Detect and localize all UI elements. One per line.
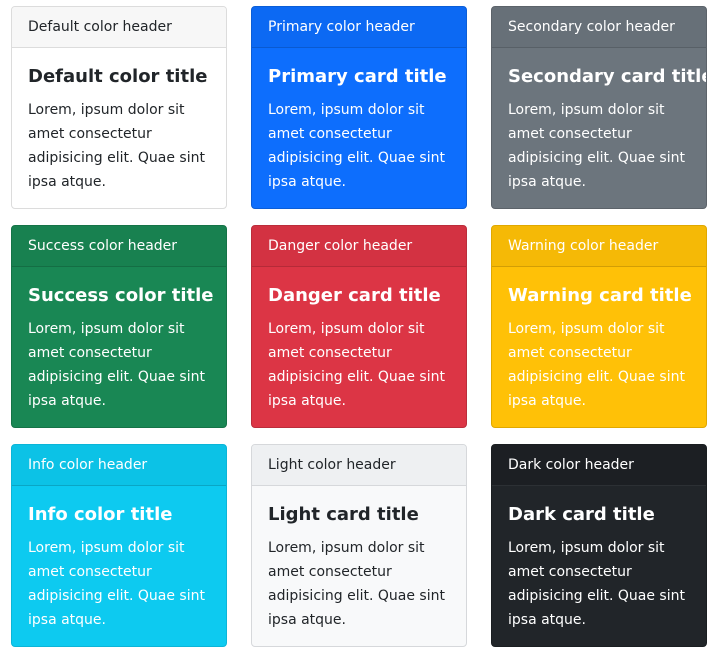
card-text: Lorem, ipsum dolor sit amet consectetur …: [268, 321, 445, 409]
card-dark: Dark color header Dark card title Lorem,…: [491, 444, 707, 647]
card-body: Info color title Lorem, ipsum dolor sit …: [12, 486, 226, 632]
card-header: Primary color header: [252, 7, 466, 48]
card-title: Info color title: [28, 504, 173, 525]
card-body: Primary card title Lorem, ipsum dolor si…: [252, 48, 466, 194]
card-body: Warning card title Lorem, ipsum dolor si…: [492, 267, 706, 413]
card-title: Warning card title: [508, 285, 692, 306]
card-primary: Primary color header Primary card title …: [251, 6, 467, 209]
card-default: Default color header Default color title…: [11, 6, 227, 209]
card-text: Lorem, ipsum dolor sit amet consectetur …: [28, 102, 205, 190]
card-header: Success color header: [12, 226, 226, 267]
card-title: Default color title: [28, 66, 208, 87]
card-header: Danger color header: [252, 226, 466, 267]
card-text: Lorem, ipsum dolor sit amet consectetur …: [508, 321, 685, 409]
card-body: Light card title Lorem, ipsum dolor sit …: [252, 486, 466, 632]
card-body: Secondary card title Lorem, ipsum dolor …: [492, 48, 706, 194]
card-info: Info color header Info color title Lorem…: [11, 444, 227, 647]
card-body: Success color title Lorem, ipsum dolor s…: [12, 267, 226, 413]
card-secondary: Secondary color header Secondary card ti…: [491, 6, 707, 209]
card-body: Danger card title Lorem, ipsum dolor sit…: [252, 267, 466, 413]
card-title: Light card title: [268, 504, 419, 525]
card-header: Default color header: [12, 7, 226, 48]
card-text: Lorem, ipsum dolor sit amet consectetur …: [508, 102, 685, 190]
card-danger: Danger color header Danger card title Lo…: [251, 225, 467, 428]
card-header: Info color header: [12, 445, 226, 486]
card-header: Secondary color header: [492, 7, 706, 48]
card-header: Dark color header: [492, 445, 706, 486]
card-warning: Warning color header Warning card title …: [491, 225, 707, 428]
card-title: Success color title: [28, 285, 214, 306]
card-body: Dark card title Lorem, ipsum dolor sit a…: [492, 486, 706, 632]
card-grid: Default color header Default color title…: [0, 0, 720, 654]
card-title: Dark card title: [508, 504, 655, 525]
card-text: Lorem, ipsum dolor sit amet consectetur …: [508, 540, 685, 628]
card-light: Light color header Light card title Lore…: [251, 444, 467, 647]
card-title: Primary card title: [268, 66, 447, 87]
card-header: Warning color header: [492, 226, 706, 267]
card-title: Secondary card title: [508, 66, 707, 87]
card-success: Success color header Success color title…: [11, 225, 227, 428]
card-text: Lorem, ipsum dolor sit amet consectetur …: [28, 321, 205, 409]
card-text: Lorem, ipsum dolor sit amet consectetur …: [268, 102, 445, 190]
card-title: Danger card title: [268, 285, 441, 306]
card-text: Lorem, ipsum dolor sit amet consectetur …: [28, 540, 205, 628]
card-header: Light color header: [252, 445, 466, 486]
card-body: Default color title Lorem, ipsum dolor s…: [12, 48, 226, 194]
card-text: Lorem, ipsum dolor sit amet consectetur …: [268, 540, 445, 628]
